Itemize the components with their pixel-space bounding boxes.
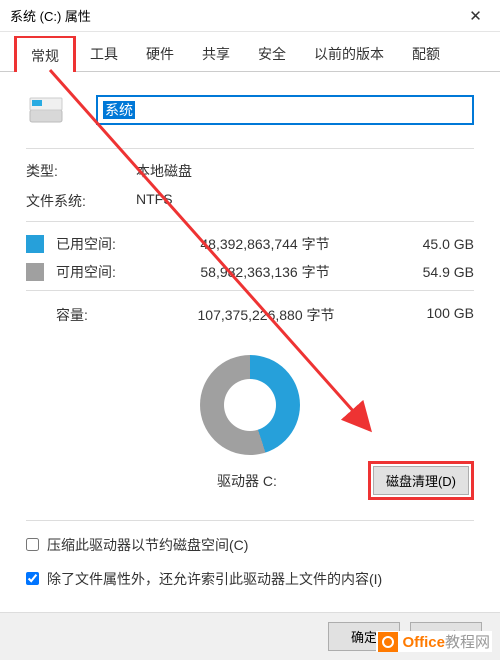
free-gb: 54.9 GB — [394, 264, 474, 280]
free-color-box — [26, 263, 44, 281]
tabs: 常规 工具 硬件 共享 安全 以前的版本 配额 — [0, 36, 500, 72]
tab-sharing[interactable]: 共享 — [188, 36, 244, 71]
compress-checkbox[interactable] — [26, 538, 39, 551]
used-color-box — [26, 235, 44, 253]
drive-name-row: 系统 — [26, 90, 474, 130]
separator — [26, 221, 474, 222]
type-value: 本地磁盘 — [136, 161, 192, 181]
drive-name-text: 系统 — [103, 101, 135, 119]
free-bytes: 58,982,363,136 字节 — [136, 262, 394, 282]
used-space-row: 已用空间: 48,392,863,744 字节 45.0 GB — [26, 234, 474, 254]
used-label: 已用空间: — [56, 234, 136, 254]
filesystem-row: 文件系统: NTFS — [26, 191, 474, 211]
tab-content: 系统 类型: 本地磁盘 文件系统: NTFS 已用空间: 48,392,863,… — [0, 72, 500, 601]
type-row: 类型: 本地磁盘 — [26, 161, 474, 181]
tab-previous[interactable]: 以前的版本 — [300, 36, 398, 71]
separator — [26, 520, 474, 521]
drive-c-label: 驱动器 C: — [26, 471, 368, 491]
capacity-gb: 100 GB — [394, 305, 474, 325]
drive-icon — [26, 90, 66, 130]
watermark-icon — [378, 632, 398, 652]
watermark: Office教程网 — [376, 631, 492, 652]
titlebar: 系统 (C:) 属性 ✕ — [0, 0, 500, 32]
drive-name-input[interactable]: 系统 — [96, 95, 474, 125]
disk-cleanup-button[interactable]: 磁盘清理(D) — [373, 466, 469, 495]
capacity-row: 容量: 107,375,226,880 字节 100 GB — [26, 305, 474, 325]
donut-chart — [200, 355, 300, 455]
index-checkbox-row[interactable]: 除了文件属性外，还允许索引此驱动器上文件的内容(I) — [26, 569, 474, 589]
compress-label: 压缩此驱动器以节约磁盘空间(C) — [47, 535, 248, 555]
tab-tools[interactable]: 工具 — [76, 36, 132, 71]
capacity-label: 容量: — [26, 305, 138, 325]
used-bytes: 48,392,863,744 字节 — [136, 234, 394, 254]
close-icon: ✕ — [469, 7, 482, 25]
filesystem-label: 文件系统: — [26, 191, 136, 211]
close-button[interactable]: ✕ — [453, 0, 498, 32]
used-gb: 45.0 GB — [394, 236, 474, 252]
window-title: 系统 (C:) 属性 — [10, 6, 453, 25]
tab-general[interactable]: 常规 — [14, 36, 76, 72]
tab-quota[interactable]: 配额 — [398, 36, 454, 71]
compress-checkbox-row[interactable]: 压缩此驱动器以节约磁盘空间(C) — [26, 535, 474, 555]
cleanup-highlight: 磁盘清理(D) — [368, 461, 474, 500]
index-checkbox[interactable] — [26, 572, 39, 585]
capacity-bytes: 107,375,226,880 字节 — [138, 305, 394, 325]
type-label: 类型: — [26, 161, 136, 181]
free-space-row: 可用空间: 58,982,363,136 字节 54.9 GB — [26, 262, 474, 282]
separator — [26, 290, 474, 291]
tab-security[interactable]: 安全 — [244, 36, 300, 71]
separator — [26, 148, 474, 149]
filesystem-value: NTFS — [136, 191, 173, 211]
tab-hardware[interactable]: 硬件 — [132, 36, 188, 71]
free-label: 可用空间: — [56, 262, 136, 282]
usage-chart — [26, 335, 474, 455]
index-label: 除了文件属性外，还允许索引此驱动器上文件的内容(I) — [47, 569, 382, 589]
cleanup-row: 驱动器 C: 磁盘清理(D) — [26, 461, 474, 500]
